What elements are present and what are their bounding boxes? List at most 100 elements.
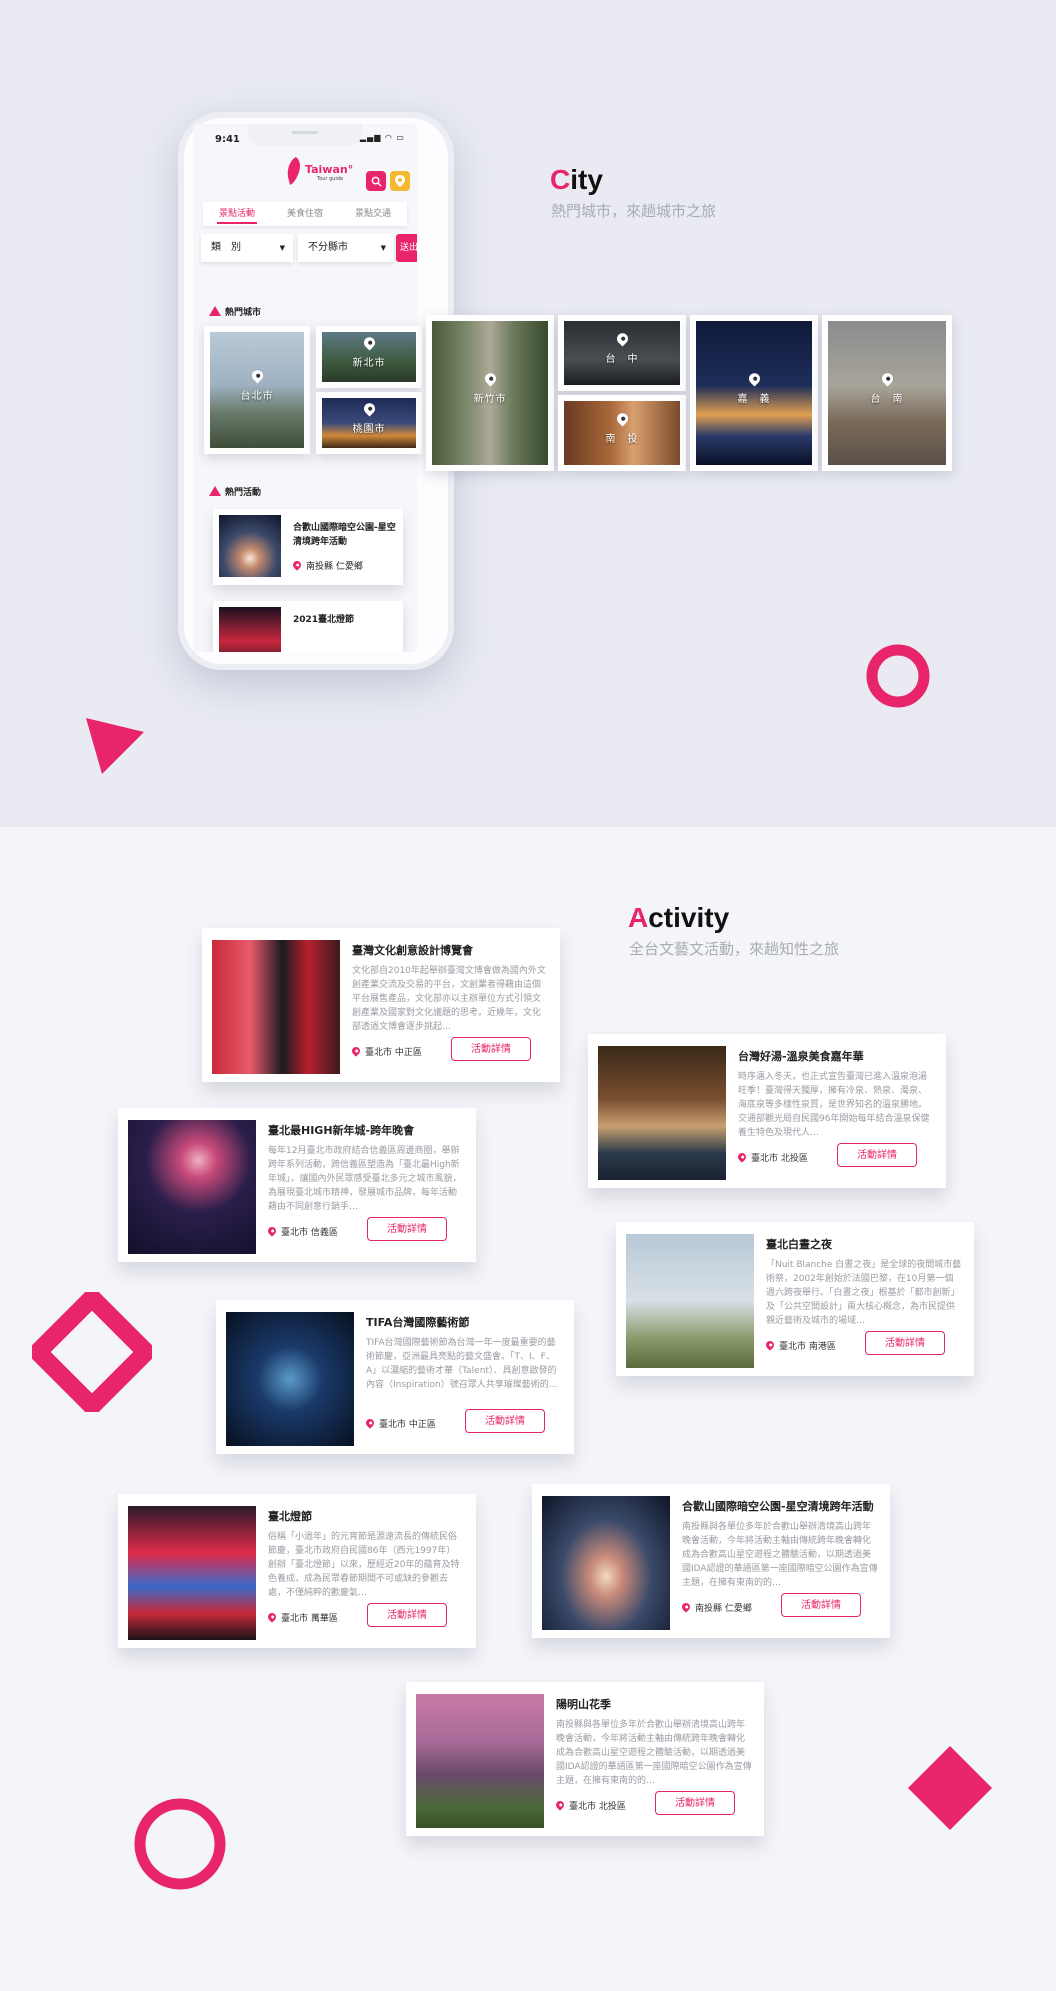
status-time: 9:41 [215, 134, 240, 145]
activity-thumbnail [219, 515, 281, 577]
activity-detail-button[interactable]: 活動詳情 [465, 1409, 545, 1433]
activity-detail-button[interactable]: 活動詳情 [837, 1143, 917, 1167]
location-pin-icon [266, 1225, 278, 1237]
city-label: 台北市 [204, 367, 310, 403]
city-card-nantou[interactable]: 南 投 [558, 395, 686, 471]
category-tabs: 景點活動 美食住宿 景點交通 [203, 202, 407, 226]
search-button[interactable] [366, 171, 386, 191]
taiwan-logo[interactable]: Taiwan° Tour guide [285, 154, 353, 190]
activity-description: 時序邁入冬天，也正式宣告臺灣已進入溫泉泡湯旺季！臺灣得天獨厚，擁有冷泉、熱泉、濁… [738, 1072, 930, 1138]
city-card-taoyuan[interactable]: 桃園市 [316, 392, 422, 454]
city-select[interactable]: 不分縣市 ▼ [298, 234, 394, 262]
activity-image [542, 1496, 670, 1630]
city-card-taipei[interactable]: 台北市 [204, 326, 310, 454]
location-pin-icon [482, 370, 498, 387]
location-pin-icon [361, 334, 377, 351]
activity-title: 合歡山國際暗空公園-星空清境跨年活動 [293, 523, 396, 547]
search-icon [371, 176, 382, 187]
city-label: 南 投 [558, 410, 686, 446]
logo-text: Taiwan° [305, 163, 354, 176]
activity-description: 文化部自2010年起舉辦臺灣文博會做為國內外文創產業交流及交易的平台，文創業者得… [352, 966, 546, 1032]
activity-title: 臺北最HIGH新年城-跨年晚會 [268, 1124, 415, 1137]
activity-description: 俗稱「小過年」的元宵節是源遠流長的傳統民俗節慶，臺北市政府自民國86年（西元19… [268, 1532, 460, 1598]
activity-subtitle: 全台文藝文活動，來趟知性之旅 [629, 940, 840, 958]
activity-description: 每年12月臺北市政府結合信義區周邊商圈，舉辦跨年系列活動，跨信義區塑造為「臺北最… [268, 1146, 462, 1212]
activity-detail-button[interactable]: 活動詳情 [781, 1593, 861, 1617]
city-select-value: 不分縣市 [308, 242, 348, 253]
location-pin-icon [736, 1151, 748, 1163]
submit-button[interactable]: 送出 [396, 234, 417, 262]
activity-title: 臺北燈節 [268, 1510, 312, 1523]
activity-card[interactable]: 臺北白晝之夜 「Nuit Blanche 白晝之夜」是全球的夜間城市藝術祭，20… [616, 1222, 974, 1376]
activity-location: 臺北市 南港區 [764, 1339, 836, 1352]
location-pin-icon [764, 1339, 776, 1351]
activity-card[interactable]: 台灣好湯-溫泉美食嘉年華 時序邁入冬天，也正式宣告臺灣已進入溫泉泡湯旺季！臺灣得… [588, 1034, 946, 1188]
activity-card[interactable]: TIFA台灣國際藝術節 TIFA台灣國際藝術節為台灣一年一度最重要的藝術節慶，亞… [216, 1300, 574, 1454]
phone-notch [248, 124, 362, 146]
activity-title: 臺北白晝之夜 [766, 1238, 832, 1251]
activity-description: 南投縣與各單位多年於合歡山舉辦清境高山跨年晚會活動，今年將活動主軸由傳統跨年晚會… [682, 1522, 878, 1588]
category-select[interactable]: 類 別 ▼ [201, 234, 293, 262]
ring-decoration [866, 644, 930, 708]
location-pin-icon [361, 400, 377, 417]
location-pin-icon [680, 1601, 692, 1613]
phone-activity-card[interactable]: 2021臺北燈節 [213, 601, 403, 652]
triangle-decoration [86, 718, 144, 774]
location-pin-icon [554, 1799, 566, 1811]
tab-food-lodging[interactable]: 美食住宿 [271, 202, 339, 226]
city-subtitle: 熱門城市，來趟城市之旅 [551, 202, 717, 220]
city-card-chiayi[interactable]: 嘉 義 [690, 315, 818, 471]
tab-attractions[interactable]: 景點活動 [203, 202, 271, 226]
activity-location: 臺北市 北投區 [554, 1799, 626, 1812]
city-heading: City [550, 164, 603, 195]
activity-detail-button[interactable]: 活動詳情 [451, 1037, 531, 1061]
tab-transport[interactable]: 景點交通 [339, 202, 407, 226]
activity-card[interactable]: 合歡山國際暗空公園-星空清境跨年活動 南投縣與各單位多年於合歡山舉辦清境高山跨年… [532, 1484, 890, 1638]
city-card-taichung[interactable]: 台 中 [558, 315, 686, 391]
city-card-tainan[interactable]: 台 南 [822, 315, 952, 471]
activity-location: 南投縣 仁愛鄉 [680, 1601, 752, 1614]
chevron-down-icon: ▼ [279, 244, 285, 252]
activity-detail-button[interactable]: 活動詳情 [367, 1603, 447, 1627]
city-card-new-taipei[interactable]: 新北市 [316, 326, 422, 388]
activity-card[interactable]: 臺北最HIGH新年城-跨年晚會 每年12月臺北市政府結合信義區周邊商圈，舉辦跨年… [118, 1108, 476, 1262]
city-label: 桃園市 [316, 400, 422, 436]
activity-image [212, 940, 340, 1074]
activity-detail-button[interactable]: 活動詳情 [865, 1331, 945, 1355]
location-button[interactable] [390, 171, 410, 191]
activity-image [598, 1046, 726, 1180]
activity-thumbnail [219, 607, 281, 652]
phone-activity-card[interactable]: 合歡山國際暗空公園-星空清境跨年活動 南投縣 仁愛鄉 [213, 509, 403, 585]
activity-location: 臺北市 中正區 [350, 1045, 422, 1058]
location-pin-icon [614, 410, 630, 427]
location-icon [395, 175, 405, 187]
triangle-icon [209, 306, 221, 316]
activity-image [416, 1694, 544, 1828]
location-pin-icon [249, 367, 265, 384]
activity-image [626, 1234, 754, 1368]
activity-card[interactable]: 臺北燈節 俗稱「小過年」的元宵節是源遠流長的傳統民俗節慶，臺北市政府自民國86年… [118, 1494, 476, 1648]
status-icons: ▂▄▆ ◠ ▭ [359, 133, 405, 142]
location-pin-icon [291, 559, 303, 571]
chevron-down-icon: ▼ [380, 244, 386, 252]
activity-location: 臺北市 中正區 [364, 1417, 436, 1430]
activity-description: 「Nuit Blanche 白晝之夜」是全球的夜間城市藝術祭，2002年創始於法… [766, 1260, 962, 1326]
activity-location: 南投縣 仁愛鄉 [291, 559, 363, 572]
triangle-icon [209, 486, 221, 496]
city-label: 新竹市 [426, 370, 554, 406]
location-pin-icon [614, 330, 630, 347]
category-select-value: 類 別 [211, 242, 241, 253]
activity-image [128, 1506, 256, 1640]
activity-location: 臺北市 信義區 [266, 1225, 338, 1238]
ring-decoration [134, 1798, 226, 1890]
activity-description: 南投縣與各單位多年於合歡山舉辦清境高山跨年晚會活動，今年將活動主軸由傳統跨年晚會… [556, 1720, 752, 1786]
activity-detail-button[interactable]: 活動詳情 [655, 1791, 735, 1815]
location-pin-icon [746, 370, 762, 387]
activity-card[interactable]: 陽明山花季 南投縣與各單位多年於合歡山舉辦清境高山跨年晚會活動，今年將活動主軸由… [406, 1682, 764, 1836]
city-label: 台 中 [558, 330, 686, 366]
activity-detail-button[interactable]: 活動詳情 [367, 1217, 447, 1241]
activity-title: TIFA台灣國際藝術節 [366, 1316, 470, 1329]
activity-image [226, 1312, 354, 1446]
city-card-hsinchu[interactable]: 新竹市 [426, 315, 554, 471]
activity-card[interactable]: 臺灣文化創意設計博覽會 文化部自2010年起舉辦臺灣文博會做為國內外文創產業交流… [202, 928, 560, 1082]
